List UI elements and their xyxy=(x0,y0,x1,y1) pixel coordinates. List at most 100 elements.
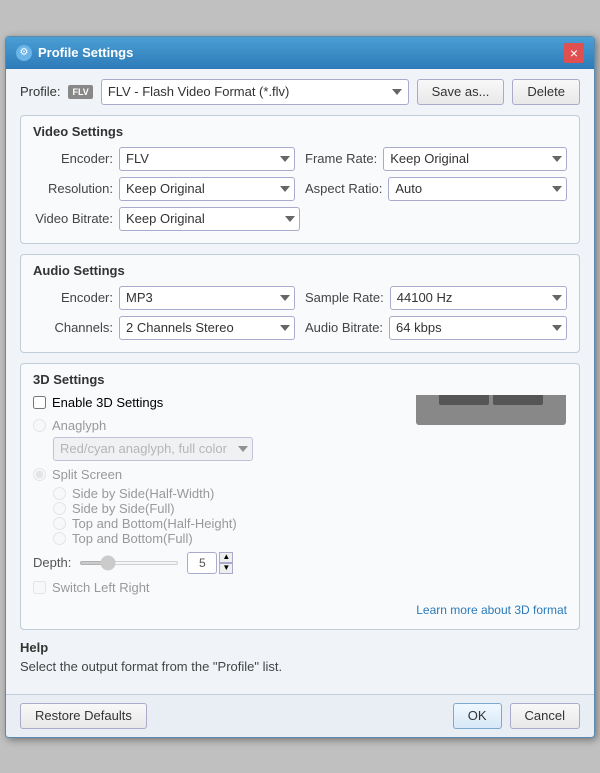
enable-3d-label: Enable 3D Settings xyxy=(52,395,163,410)
audio-bitrate-label: Audio Bitrate: xyxy=(305,320,383,335)
preview-aa: A A xyxy=(439,395,543,405)
audio-encoder-select[interactable]: MP3 xyxy=(119,286,295,310)
top-bottom-half-row: Top and Bottom(Half-Height) xyxy=(53,516,402,531)
anaglyph-type-select[interactable]: Red/cyan anaglyph, full color xyxy=(53,437,253,461)
three-d-inner: Enable 3D Settings Anaglyph Red/cyan ana… xyxy=(33,395,567,617)
sample-rate-select[interactable]: 44100 Hz xyxy=(390,286,567,310)
audio-settings-grid: Encoder: MP3 Sample Rate: 44100 Hz Chann… xyxy=(33,286,567,340)
side-by-side-half-label: Side by Side(Half-Width) xyxy=(72,486,214,501)
profile-label: Profile: xyxy=(20,84,60,99)
profile-row: Profile: FLV FLV - Flash Video Format (*… xyxy=(20,79,580,105)
preview-letter-2: A xyxy=(493,395,543,405)
aspect-ratio-row: Aspect Ratio: Auto xyxy=(305,177,567,201)
three-d-section: 3D Settings Enable 3D Settings Anaglyph xyxy=(20,363,580,630)
top-bottom-full-label: Top and Bottom(Full) xyxy=(72,531,193,546)
side-by-side-half-row: Side by Side(Half-Width) xyxy=(53,486,402,501)
save-as-button[interactable]: Save as... xyxy=(417,79,505,105)
three-d-preview: A A xyxy=(416,395,566,425)
profile-format-icon: FLV xyxy=(68,85,92,99)
split-screen-radio[interactable] xyxy=(33,468,46,481)
audio-settings-title: Audio Settings xyxy=(33,263,567,278)
depth-label: Depth: xyxy=(33,555,71,570)
resolution-select[interactable]: Keep Original xyxy=(119,177,295,201)
video-settings-title: Video Settings xyxy=(33,124,567,139)
video-settings-grid: Encoder: FLV Frame Rate: Keep Original R… xyxy=(33,147,567,201)
audio-encoder-label: Encoder: xyxy=(33,290,113,305)
close-button[interactable]: × xyxy=(564,43,584,63)
title-bar-left: ⚙ Profile Settings xyxy=(16,45,133,61)
window-title: Profile Settings xyxy=(38,45,133,60)
depth-row: Depth: ▲ ▼ xyxy=(33,552,402,574)
help-text: Select the output format from the "Profi… xyxy=(20,659,580,674)
split-screen-group: Split Screen Side by Side(Half-Width) Si… xyxy=(33,467,402,546)
video-bitrate-select[interactable]: Keep Original xyxy=(119,207,300,231)
anaglyph-label: Anaglyph xyxy=(52,418,106,433)
audio-encoder-row: Encoder: MP3 xyxy=(33,286,295,310)
split-screen-options: Side by Side(Half-Width) Side by Side(Fu… xyxy=(33,486,402,546)
main-content: Profile: FLV FLV - Flash Video Format (*… xyxy=(6,69,594,694)
frame-rate-row: Frame Rate: Keep Original xyxy=(305,147,567,171)
learn-more-link[interactable]: Learn more about 3D format xyxy=(416,603,567,617)
depth-spinbox: ▲ ▼ xyxy=(219,552,233,574)
restore-defaults-button[interactable]: Restore Defaults xyxy=(20,703,147,729)
anaglyph-radio-row: Anaglyph xyxy=(33,418,402,433)
help-title: Help xyxy=(20,640,580,655)
preview-box: A A xyxy=(416,395,566,425)
depth-increment-button[interactable]: ▲ xyxy=(219,552,233,563)
side-by-side-full-row: Side by Side(Full) xyxy=(53,501,402,516)
top-bottom-half-label: Top and Bottom(Half-Height) xyxy=(72,516,237,531)
cancel-button[interactable]: Cancel xyxy=(510,703,580,729)
enable-3d-checkbox[interactable] xyxy=(33,396,46,409)
ok-button[interactable]: OK xyxy=(453,703,502,729)
window-icon: ⚙ xyxy=(16,45,32,61)
side-by-side-half-radio[interactable] xyxy=(53,487,66,500)
top-bottom-full-row: Top and Bottom(Full) xyxy=(53,531,402,546)
depth-input[interactable] xyxy=(187,552,217,574)
switch-row: Switch Left Right xyxy=(33,580,402,595)
anaglyph-select-row: Red/cyan anaglyph, full color xyxy=(33,437,402,461)
sample-rate-label: Sample Rate: xyxy=(305,290,384,305)
switch-left-right-checkbox[interactable] xyxy=(33,581,46,594)
footer: Restore Defaults OK Cancel xyxy=(6,694,594,737)
resolution-row: Resolution: Keep Original xyxy=(33,177,295,201)
video-bitrate-label: Video Bitrate: xyxy=(33,211,113,226)
aspect-ratio-label: Aspect Ratio: xyxy=(305,181,382,196)
channels-label: Channels: xyxy=(33,320,113,335)
audio-settings-section: Audio Settings Encoder: MP3 Sample Rate:… xyxy=(20,254,580,353)
footer-right: OK Cancel xyxy=(453,703,580,729)
preview-letter-1: A xyxy=(439,395,489,405)
enable-3d-row: Enable 3D Settings xyxy=(33,395,402,410)
top-bottom-full-radio[interactable] xyxy=(53,532,66,545)
frame-rate-label: Frame Rate: xyxy=(305,151,377,166)
channels-select[interactable]: 2 Channels Stereo xyxy=(119,316,295,340)
encoder-row: Encoder: FLV xyxy=(33,147,295,171)
anaglyph-radio[interactable] xyxy=(33,419,46,432)
sample-rate-row: Sample Rate: 44100 Hz xyxy=(305,286,567,310)
three-d-title: 3D Settings xyxy=(33,372,567,387)
encoder-select[interactable]: FLV xyxy=(119,147,295,171)
profile-select[interactable]: FLV - Flash Video Format (*.flv) xyxy=(101,79,409,105)
channels-row: Channels: 2 Channels Stereo xyxy=(33,316,295,340)
title-bar: ⚙ Profile Settings × xyxy=(6,37,594,69)
side-by-side-full-label: Side by Side(Full) xyxy=(72,501,175,516)
aspect-ratio-select[interactable]: Auto xyxy=(388,177,567,201)
anaglyph-group: Anaglyph Red/cyan anaglyph, full color xyxy=(33,418,402,461)
video-bitrate-row: Video Bitrate: Keep Original xyxy=(33,207,300,231)
video-settings-section: Video Settings Encoder: FLV Frame Rate: … xyxy=(20,115,580,244)
top-bottom-half-radio[interactable] xyxy=(53,517,66,530)
audio-bitrate-row: Audio Bitrate: 64 kbps xyxy=(305,316,567,340)
depth-slider[interactable] xyxy=(79,561,179,565)
split-screen-radio-row: Split Screen xyxy=(33,467,402,482)
depth-value-box: ▲ ▼ xyxy=(187,552,233,574)
split-screen-label: Split Screen xyxy=(52,467,122,482)
frame-rate-select[interactable]: Keep Original xyxy=(383,147,567,171)
side-by-side-full-radio[interactable] xyxy=(53,502,66,515)
profile-settings-window: ⚙ Profile Settings × Profile: FLV FLV - … xyxy=(5,36,595,738)
switch-left-right-label: Switch Left Right xyxy=(52,580,150,595)
depth-decrement-button[interactable]: ▼ xyxy=(219,563,233,574)
help-section: Help Select the output format from the "… xyxy=(20,640,580,674)
resolution-label: Resolution: xyxy=(33,181,113,196)
encoder-label: Encoder: xyxy=(33,151,113,166)
audio-bitrate-select[interactable]: 64 kbps xyxy=(389,316,567,340)
delete-button[interactable]: Delete xyxy=(512,79,580,105)
